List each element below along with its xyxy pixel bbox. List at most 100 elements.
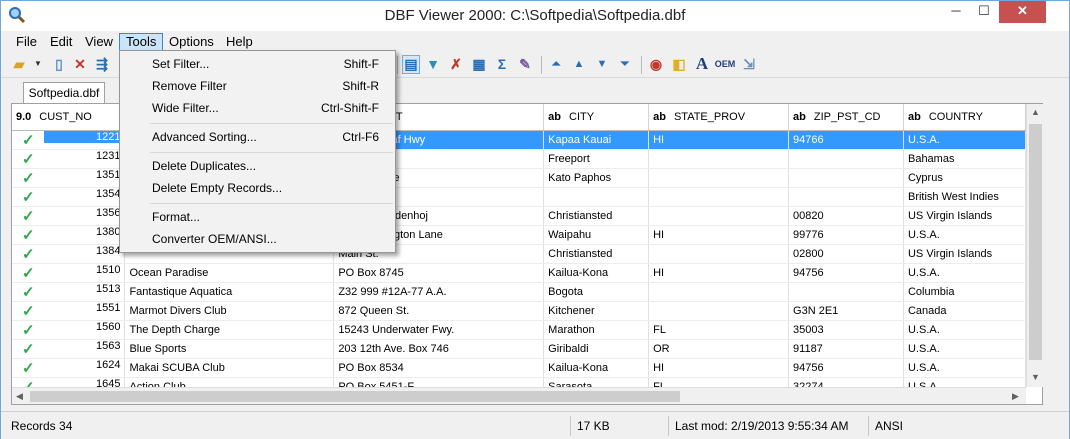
table-row[interactable]: ✓ 1560 The Depth Charge 15243 Underwater Fw… — [12, 320, 1026, 340]
state-cell[interactable] — [648, 149, 790, 169]
country-cell[interactable]: US Virgin Islands — [903, 244, 1026, 264]
street-cell[interactable]: PO Box 8745 — [333, 263, 545, 283]
state-cell[interactable]: FL — [648, 320, 790, 340]
menu-edit[interactable]: Edit — [44, 33, 78, 51]
table-row[interactable]: ✓ 1510 Ocean Paradise PO Box 8745 Kailua-Kon… — [12, 263, 1026, 283]
scroll-up-icon[interactable]: ▲ — [1031, 107, 1040, 117]
record-cell[interactable]: ✓ 1645 — [12, 377, 126, 387]
column-header-country[interactable]: ab COUNTRY — [903, 104, 1026, 131]
country-cell[interactable]: U.S.A. — [903, 358, 1026, 378]
country-cell[interactable]: Canada — [903, 301, 1026, 321]
column-header-city[interactable]: ab CITY — [543, 104, 650, 131]
table-row[interactable]: ✓ 1645 Action Club PO Box 5451-F Sarasota FL 3… — [12, 377, 1026, 387]
country-cell[interactable]: Columbia — [903, 282, 1026, 302]
state-cell[interactable] — [648, 282, 790, 302]
zip-cell[interactable]: 00820 — [788, 206, 904, 226]
record-cell[interactable]: ✓ 1510 — [12, 263, 126, 283]
zip-cell[interactable] — [788, 149, 904, 169]
record-cell[interactable]: ✓ 1384 — [12, 244, 126, 264]
city-cell[interactable]: Kailua-Kona — [543, 358, 650, 378]
city-cell[interactable]: Giribaldi — [543, 339, 650, 359]
new-document-icon[interactable]: ▯ — [51, 56, 67, 72]
remove-filter-icon[interactable]: ✗ — [448, 56, 464, 72]
city-cell[interactable]: Christiansted — [543, 244, 650, 264]
table-row[interactable]: ✓ 1563 Blue Sports 203 12th Ave. Box 746 Gir… — [12, 339, 1026, 359]
country-cell[interactable]: U.S.A. — [903, 377, 1026, 387]
maximize-button[interactable]: ☐ — [969, 1, 999, 23]
street-cell[interactable]: PO Box 5451-F — [333, 377, 545, 387]
sum-icon[interactable]: Σ — [494, 56, 510, 72]
country-cell[interactable]: Cyprus — [903, 168, 1026, 188]
record-cell[interactable]: ✓ 1354 — [12, 187, 126, 207]
menu-item-remove-filter[interactable]: Remove Filter Shift-R — [122, 75, 393, 97]
menu-item-set-filter[interactable]: Set Filter... Shift-F — [122, 53, 393, 75]
country-cell[interactable]: British West Indies — [903, 187, 1026, 207]
menu-item-format[interactable]: Format... — [122, 206, 393, 228]
table-row[interactable]: ✓ 1551 Marmot Divers Club 872 Queen St. Kitc… — [12, 301, 1026, 321]
country-cell[interactable]: US Virgin Islands — [903, 206, 1026, 226]
country-cell[interactable]: U.S.A. — [903, 263, 1026, 283]
scroll-down-icon[interactable]: ▼ — [1031, 372, 1040, 382]
name-cell[interactable]: Makai SCUBA Club — [124, 358, 335, 378]
table-row[interactable]: ✓ 1513 Fantastique Aquatica Z32 999 #12A-77… — [12, 282, 1026, 302]
street-cell[interactable]: 15243 Underwater Fwy. — [333, 320, 545, 340]
city-cell[interactable]: Kailua-Kona — [543, 263, 650, 283]
street-cell[interactable]: PO Box 8534 — [333, 358, 545, 378]
country-cell[interactable]: U.S.A. — [903, 320, 1026, 340]
name-cell[interactable]: Fantastique Aquatica — [124, 282, 335, 302]
country-cell[interactable]: U.S.A. — [903, 225, 1026, 245]
move-up-icon[interactable]: ▲ — [571, 56, 587, 72]
font-icon[interactable]: A — [694, 55, 710, 72]
record-cell[interactable]: ✓ 1231 — [12, 149, 126, 169]
state-cell[interactable]: HI — [648, 263, 790, 283]
scroll-right-icon[interactable]: ▶ — [1012, 391, 1019, 402]
column-header-state-prov[interactable]: ab STATE_PROV — [648, 104, 790, 131]
dropdown-arrow-icon[interactable]: ▼ — [30, 56, 46, 72]
state-cell[interactable] — [648, 168, 790, 188]
zip-cell[interactable]: 02800 — [788, 244, 904, 264]
record-cell[interactable]: ✓ 1551 — [12, 301, 126, 321]
street-cell[interactable]: 872 Queen St. — [333, 301, 545, 321]
open-folder-icon[interactable]: ▰ — [11, 56, 27, 72]
country-cell[interactable]: Bahamas — [903, 149, 1026, 169]
menu-help[interactable]: Help — [220, 33, 259, 51]
minimize-button[interactable]: ─ — [941, 1, 971, 23]
record-cell[interactable]: ✓ 1624 — [12, 358, 126, 378]
column-header-cust-no[interactable]: 9.0 CUST_NO — [12, 104, 126, 131]
zip-cell[interactable]: 94766 — [788, 130, 904, 150]
city-cell[interactable]: Kapaa Kauai — [543, 130, 650, 150]
export-icon[interactable]: ⇲ — [741, 56, 757, 72]
menu-item-delete-empty-records[interactable]: Delete Empty Records... — [122, 177, 393, 199]
scroll-left-icon[interactable]: ◀ — [16, 391, 23, 402]
city-cell[interactable]: Bogota — [543, 282, 650, 302]
name-cell[interactable]: Action Club — [124, 377, 335, 387]
city-cell[interactable]: Kato Paphos — [543, 168, 650, 188]
state-cell[interactable] — [648, 301, 790, 321]
structure-icon[interactable]: ⇶ — [94, 56, 110, 72]
menu-item-wide-filter[interactable]: Wide Filter... Ctrl-Shift-F — [122, 97, 393, 119]
state-cell[interactable] — [648, 206, 790, 226]
color-palette-icon[interactable]: ◉ — [648, 56, 664, 72]
record-cell[interactable]: ✓ 1380 — [12, 225, 126, 245]
country-cell[interactable]: U.S.A. — [903, 339, 1026, 359]
oem-icon[interactable]: OEM — [714, 56, 736, 72]
record-cell[interactable]: ✓ 1513 — [12, 282, 126, 302]
record-cell[interactable]: ✓ 1351 — [12, 168, 126, 188]
menu-item-delete-duplicates[interactable]: Delete Duplicates... — [122, 155, 393, 177]
state-cell[interactable] — [648, 187, 790, 207]
name-cell[interactable]: Blue Sports — [124, 339, 335, 359]
horizontal-scrollbar[interactable]: ◀ ▶ — [12, 387, 1026, 404]
column-header-zip[interactable]: ab ZIP_PST_CD — [788, 104, 904, 131]
highlight-icon[interactable]: ◧ — [671, 56, 687, 72]
close-button[interactable]: ✕ — [999, 1, 1046, 23]
zip-cell[interactable] — [788, 187, 904, 207]
street-cell[interactable]: Z32 999 #12A-77 A.A. — [333, 282, 545, 302]
zip-cell[interactable] — [788, 282, 904, 302]
menu-view[interactable]: View — [79, 33, 119, 51]
city-cell[interactable]: Freeport — [543, 149, 650, 169]
zip-cell[interactable] — [788, 168, 904, 188]
state-cell[interactable]: HI — [648, 130, 790, 150]
name-cell[interactable]: Ocean Paradise — [124, 263, 335, 283]
menu-item-converter-oem-ansi[interactable]: Converter OEM/ANSI... — [122, 228, 393, 250]
zip-cell[interactable]: 99776 — [788, 225, 904, 245]
